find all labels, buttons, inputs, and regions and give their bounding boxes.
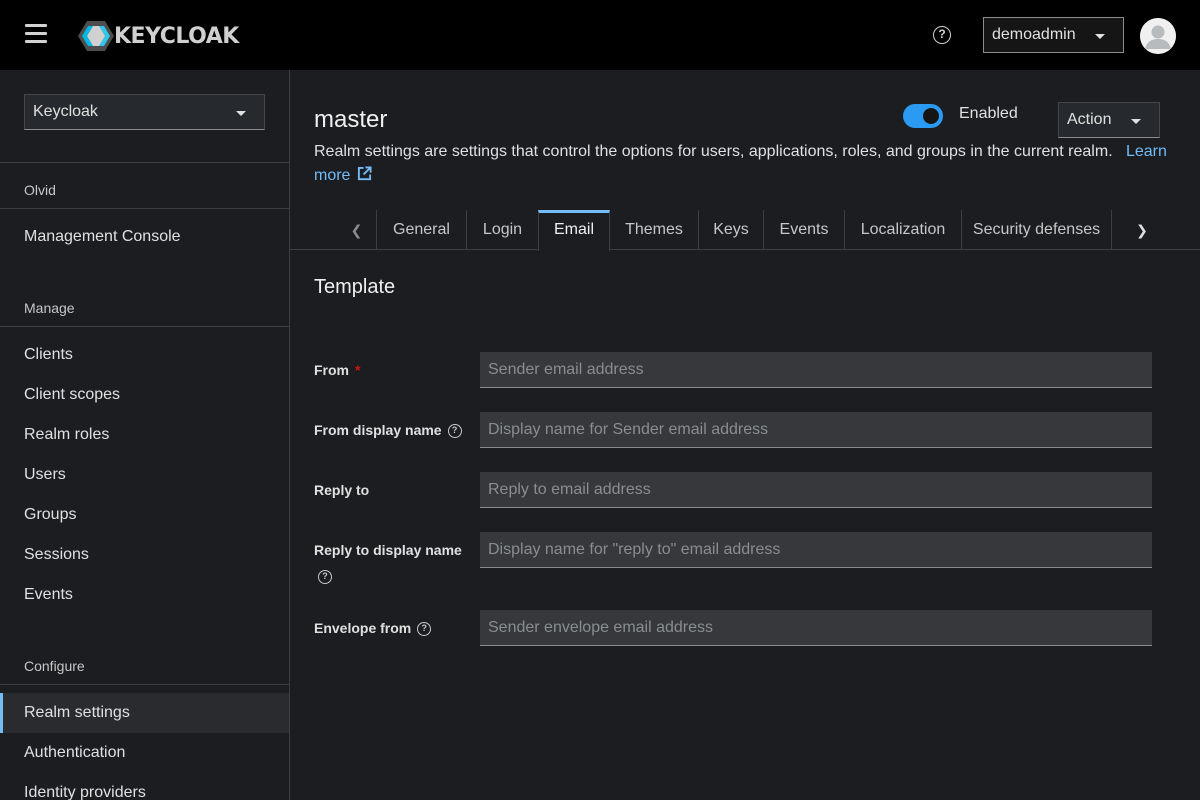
tab-events[interactable]: Events: [764, 210, 845, 250]
section-title: Template: [314, 276, 396, 298]
tab-keys[interactable]: Keys: [699, 210, 764, 250]
caret-down-icon: [236, 111, 246, 116]
avatar-icon: [1140, 18, 1176, 54]
sidebar-item-sessions[interactable]: Sessions: [0, 535, 289, 575]
reply-to-display-name-label: Reply to display name?: [314, 537, 474, 589]
tab-security-defenses[interactable]: Security defenses: [962, 210, 1112, 250]
tab-login[interactable]: Login: [467, 210, 539, 250]
from-display-name-label: From display name?: [314, 422, 462, 439]
sidebar-item-client-scopes[interactable]: Client scopes: [0, 375, 289, 415]
divider: [0, 684, 289, 685]
reply-to-label: Reply to: [314, 482, 370, 498]
sidebar-item-realm-roles[interactable]: Realm roles: [0, 415, 289, 455]
reply-to-input[interactable]: [480, 472, 1152, 508]
keycloak-logo-icon: [78, 21, 114, 51]
sidebar-item-authentication[interactable]: Authentication: [0, 733, 289, 773]
external-link-icon: [357, 166, 372, 181]
realm-select-value: Keycloak: [33, 103, 98, 120]
from-input[interactable]: [480, 352, 1152, 388]
enabled-toggle[interactable]: [903, 104, 943, 128]
help-icon[interactable]: ?: [318, 570, 332, 585]
nav-section-manage: Manage: [24, 300, 75, 316]
sidebar-item-management-console[interactable]: Management Console: [0, 217, 289, 257]
sidebar: Keycloak Olvid Management Console Manage…: [0, 70, 290, 800]
help-icon[interactable]: ?: [417, 622, 432, 637]
divider: [0, 162, 289, 163]
divider: [0, 208, 289, 209]
avatar[interactable]: [1140, 18, 1176, 54]
required-marker: *: [355, 362, 361, 378]
sidebar-item-groups[interactable]: Groups: [0, 495, 289, 535]
description-text: Realm settings are settings that control…: [314, 143, 1113, 160]
action-dropdown[interactable]: Action: [1058, 102, 1160, 138]
caret-down-icon: [1095, 34, 1105, 39]
tab-general[interactable]: General: [377, 210, 467, 250]
user-dropdown[interactable]: demoadmin: [983, 17, 1124, 53]
keycloak-logo[interactable]: KEYCLOAK: [78, 20, 239, 52]
page-title: master: [314, 106, 388, 133]
tab-localization[interactable]: Localization: [845, 210, 962, 250]
user-name: demoadmin: [992, 26, 1076, 43]
nav-section-olvid: Olvid: [24, 182, 56, 198]
logo-text: KEYCLOAK: [114, 23, 239, 49]
sidebar-item-users[interactable]: Users: [0, 455, 289, 495]
enabled-label: Enabled: [959, 105, 1018, 122]
tab-email[interactable]: Email: [538, 210, 610, 251]
action-label: Action: [1067, 111, 1112, 128]
tab-scroll-left-icon[interactable]: ❮: [337, 210, 377, 250]
envelope-from-label: Envelope from?: [314, 620, 432, 637]
tab-themes[interactable]: Themes: [610, 210, 699, 250]
envelope-from-input[interactable]: [480, 610, 1152, 646]
sidebar-item-identity-providers[interactable]: Identity providers: [0, 773, 289, 800]
reply-to-display-name-input[interactable]: [480, 532, 1152, 568]
sidebar-item-realm-settings[interactable]: Realm settings: [0, 693, 289, 733]
masthead: KEYCLOAK ? demoadmin: [0, 0, 1200, 70]
divider: [0, 326, 289, 327]
sidebar-item-clients[interactable]: Clients: [0, 335, 289, 375]
caret-down-icon: [1131, 119, 1141, 124]
tab-scroll-right-icon[interactable]: ❯: [1122, 210, 1162, 250]
help-icon[interactable]: ?: [933, 26, 951, 44]
realm-select[interactable]: Keycloak: [24, 94, 265, 130]
from-label: From *: [314, 362, 361, 378]
help-icon[interactable]: ?: [447, 424, 462, 439]
sidebar-item-events[interactable]: Events: [0, 575, 289, 615]
realm-settings-tabs: ❮ General Login Email Themes Keys Events…: [290, 210, 1200, 251]
page-description: Realm settings are settings that control…: [314, 140, 1184, 188]
main-content: master Enabled Action Realm settings are…: [290, 70, 1200, 800]
hamburger-menu-icon[interactable]: [25, 24, 47, 44]
from-display-name-input[interactable]: [480, 412, 1152, 448]
nav-section-configure: Configure: [24, 658, 85, 674]
